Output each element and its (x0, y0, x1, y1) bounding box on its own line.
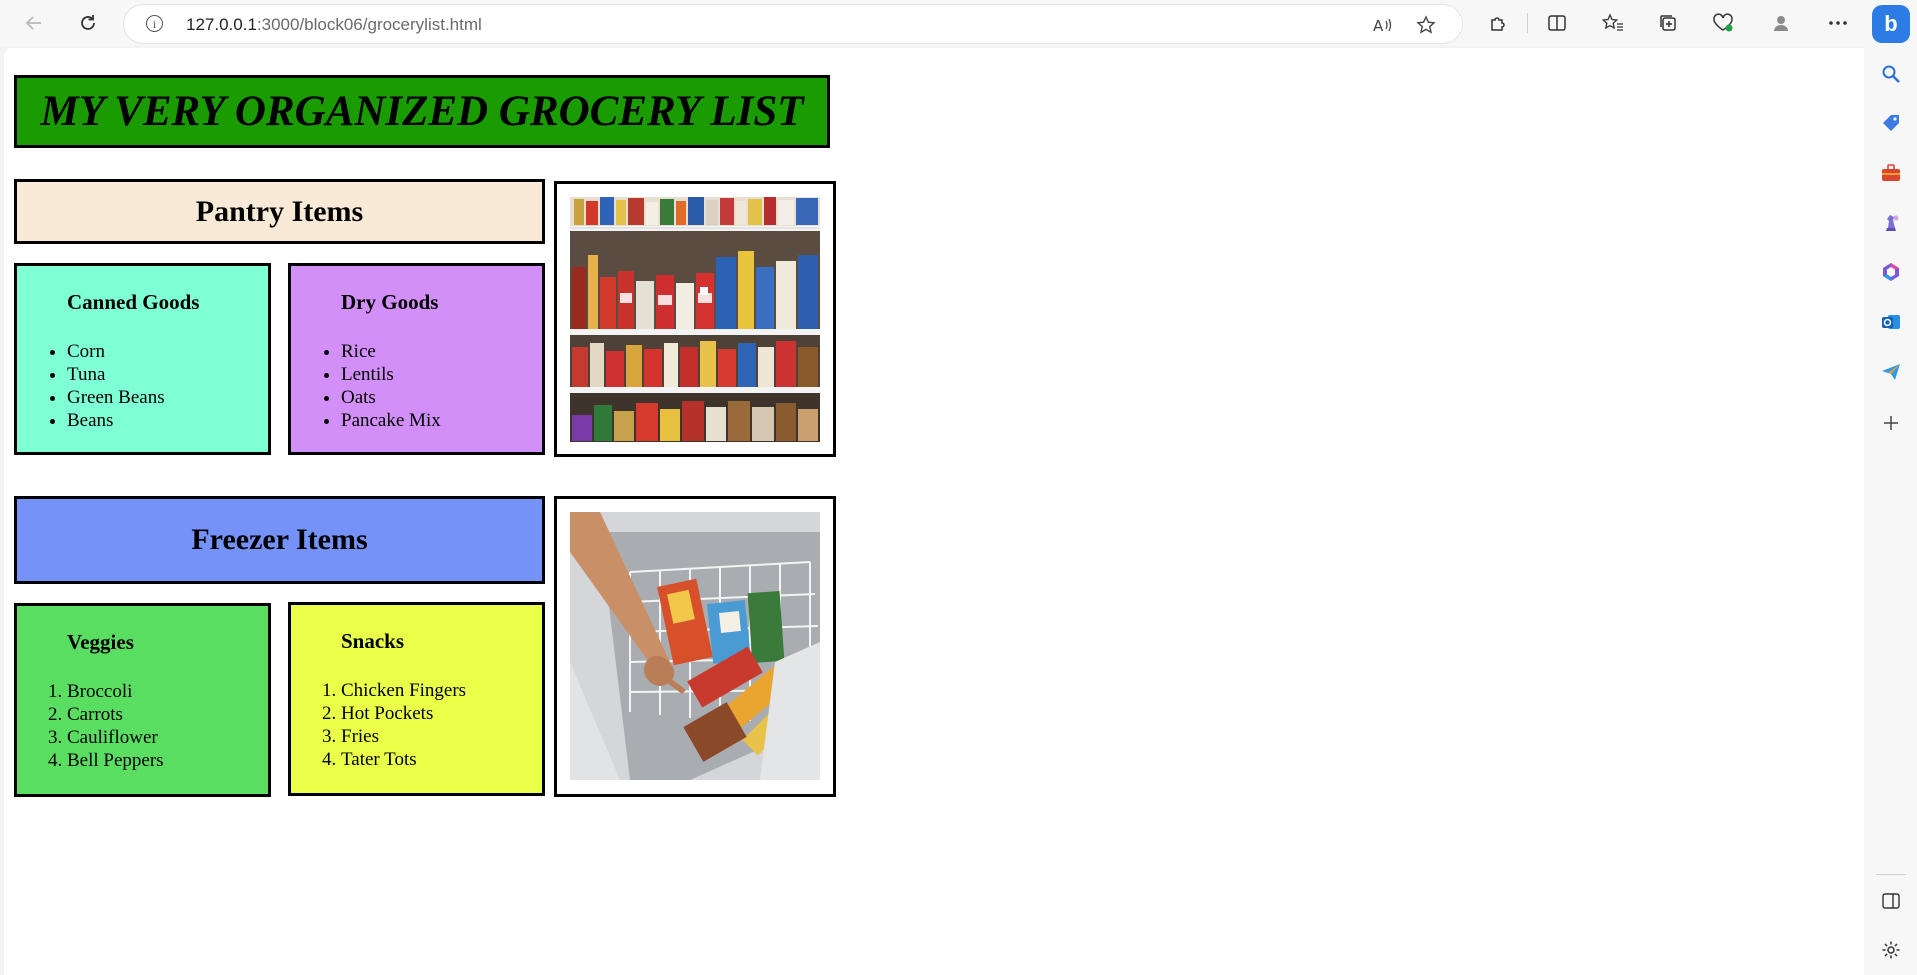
favorites-list-icon[interactable] (1597, 7, 1629, 39)
list-item: Rice (341, 340, 441, 363)
list-item: Broccoli (67, 680, 164, 703)
collections-icon[interactable] (1652, 7, 1684, 39)
list-item: Corn (67, 340, 165, 363)
freezer-section-header: Freezer Items (14, 496, 545, 584)
pantry-shelves-image (570, 197, 820, 442)
copilot-bing-icon[interactable]: b (1872, 5, 1910, 43)
list-item: Tuna (67, 363, 165, 386)
canned-goods-list: Corn Tuna Green Beans Beans (17, 340, 165, 432)
list-item: Oats (341, 386, 441, 409)
settings-gear-icon[interactable] (1878, 937, 1904, 963)
site-info-icon[interactable]: i (146, 15, 163, 32)
browser-essentials-icon[interactable] (1707, 7, 1739, 39)
svg-text:A: A (1373, 17, 1384, 34)
read-aloud-icon[interactable]: A (1370, 12, 1396, 38)
sidebar-divider (1876, 874, 1906, 875)
microsoft-365-icon[interactable] (1878, 259, 1904, 285)
extensions-icon[interactable] (1482, 7, 1514, 39)
games-chess-icon[interactable] (1878, 210, 1904, 236)
back-arrow-icon[interactable] (18, 7, 50, 39)
search-icon[interactable] (1878, 61, 1904, 87)
snacks-box: Snacks Chicken Fingers Hot Pockets Fries… (288, 602, 545, 796)
list-item: Lentils (341, 363, 441, 386)
send-telegram-icon[interactable] (1878, 359, 1904, 385)
dry-goods-box: Dry Goods Rice Lentils Oats Pancake Mix (288, 263, 545, 455)
canned-goods-heading: Canned Goods (67, 290, 200, 314)
url-path: :3000/block06/grocerylist.html (256, 15, 482, 34)
pantry-photo-frame (554, 181, 836, 457)
veggies-box: Veggies Broccoli Carrots Cauliflower Bel… (14, 603, 271, 797)
list-item: Tater Tots (341, 748, 466, 771)
add-plus-icon[interactable] (1878, 410, 1904, 436)
list-item: Carrots (67, 703, 164, 726)
dry-goods-heading: Dry Goods (341, 290, 439, 314)
outlook-icon[interactable] (1878, 309, 1904, 335)
page-title-box: MY VERY ORGANIZED GROCERY LIST (14, 75, 830, 148)
url-host: 127.0.0.1 (186, 15, 257, 34)
list-item: Cauliflower (67, 726, 164, 749)
veggies-list: Broccoli Carrots Cauliflower Bell Pepper… (17, 680, 164, 772)
freezer-heading: Freezer Items (191, 523, 368, 556)
toolbar-separator (1527, 13, 1528, 33)
list-item: Chicken Fingers (341, 679, 466, 702)
list-item: Pancake Mix (341, 409, 441, 432)
page-viewport: MY VERY ORGANIZED GROCERY LIST Pantry It… (4, 48, 1864, 975)
canned-goods-box: Canned Goods Corn Tuna Green Beans Beans (14, 263, 271, 455)
split-screen-icon[interactable] (1541, 7, 1573, 39)
address-bar[interactable]: i 127.0.0.1:3000/block06/grocerylist.htm… (124, 5, 1462, 43)
pantry-heading: Pantry Items (195, 194, 364, 228)
browser-sidebar (1864, 46, 1917, 975)
freezer-chest-image (570, 512, 820, 780)
shopping-tag-icon[interactable] (1878, 110, 1904, 136)
list-item: Green Beans (67, 386, 165, 409)
veggies-heading: Veggies (67, 630, 134, 654)
profile-avatar-icon[interactable] (1765, 7, 1797, 39)
favorite-star-icon[interactable] (1413, 12, 1439, 38)
url-text[interactable]: 127.0.0.1:3000/block06/grocerylist.html (186, 15, 482, 35)
list-item: Beans (67, 409, 165, 432)
list-item: Hot Pockets (341, 702, 466, 725)
tools-briefcase-icon[interactable] (1878, 160, 1904, 186)
snacks-list: Chicken Fingers Hot Pockets Fries Tater … (291, 679, 466, 771)
pantry-section-header: Pantry Items (14, 179, 545, 244)
page-title: MY VERY ORGANIZED GROCERY LIST (40, 88, 804, 135)
hide-sidebar-icon[interactable] (1878, 888, 1904, 914)
dry-goods-list: Rice Lentils Oats Pancake Mix (291, 340, 441, 432)
reload-icon[interactable] (72, 7, 104, 39)
freezer-photo-frame (554, 496, 836, 797)
browser-toolbar: i 127.0.0.1:3000/block06/grocerylist.htm… (0, 0, 1917, 46)
snacks-heading: Snacks (341, 629, 405, 653)
more-options-icon[interactable] (1822, 7, 1854, 39)
list-item: Fries (341, 725, 466, 748)
list-item: Bell Peppers (67, 749, 164, 772)
